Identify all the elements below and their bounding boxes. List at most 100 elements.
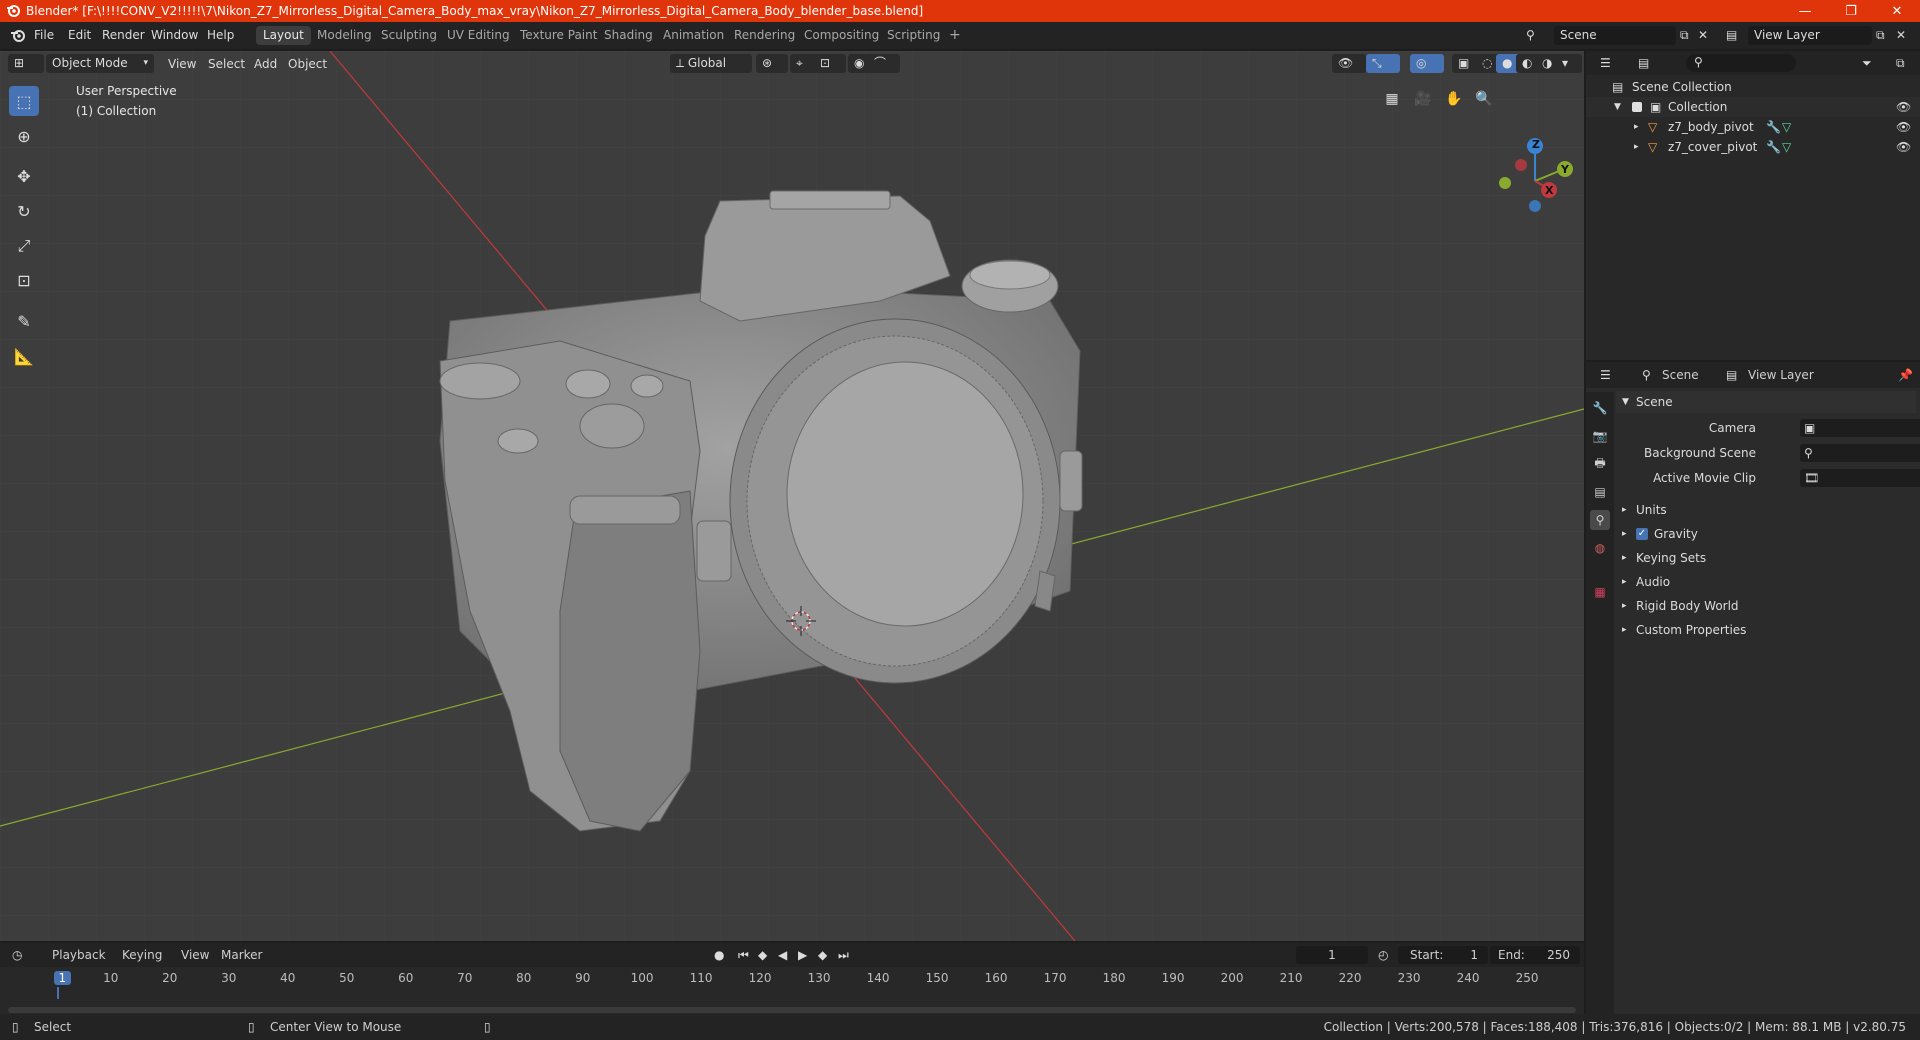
custom-properties-panel-header[interactable]: ▸ Custom Properties [1616,619,1916,641]
keying-sets-panel-header[interactable]: ▸ Keying Sets [1616,547,1916,569]
pivot-point-icon[interactable]: ⊛ [756,54,788,73]
units-panel-header[interactable]: ▸ Units [1616,499,1916,521]
new-collection-icon[interactable]: ⧉ [1896,56,1905,71]
tab-scripting[interactable]: Scripting [880,26,947,45]
expand-arrow-icon[interactable]: ▼ [1614,97,1621,117]
properties-scene-label[interactable]: Scene [1662,368,1699,382]
tool-tab-icon[interactable]: 🔧 [1590,398,1610,418]
gizmo-y-label[interactable]: Y [1561,163,1569,176]
tab-modeling[interactable]: Modeling [310,26,379,45]
tab-compositing[interactable]: Compositing [797,26,886,45]
gravity-checkbox[interactable]: ✓ [1636,528,1648,540]
toggle-ortho-icon[interactable]: ▦ [1378,85,1406,113]
gizmo-toggle-icon[interactable]: ⤡ [1366,54,1400,73]
object-eye-icon[interactable]: 👁 [1896,117,1911,137]
display-mode-icon[interactable]: ▤ [1638,56,1649,70]
rigid-body-world-panel-header[interactable]: ▸ Rigid Body World [1616,595,1916,617]
gizmo-z-label[interactable]: Z [1532,138,1540,151]
expand-arrow-icon[interactable]: ▸ [1634,117,1639,137]
start-frame-field[interactable]: Start: 1 [1398,946,1488,964]
view-layer-icon[interactable]: ▤ [1726,28,1737,42]
timeline-ruler[interactable]: 1 10 20 30 40 50 60 70 80 90 100 110 120 130 140 150 160… [0,967,1584,999]
scene-panel-header[interactable]: ▼ Scene [1616,391,1916,413]
cursor-tool-icon[interactable]: ⊕ [9,121,39,151]
timeline-current-frame-marker[interactable]: 1 [53,971,72,985]
menu-edit[interactable]: Edit [68,28,91,42]
scene-tab-icon[interactable]: ⚲ [1590,510,1610,530]
tab-uv-editing[interactable]: UV Editing [440,26,517,45]
zoom-view-icon[interactable]: 🔍 [1470,85,1498,113]
add-workspace-button[interactable]: + [942,26,968,45]
move-tool-icon[interactable]: ✥ [9,161,39,191]
new-view-layer-icon[interactable]: ⧉ [1876,28,1885,43]
viewport-menu-object[interactable]: Object [288,57,327,71]
play-icon[interactable]: ▶ [798,948,807,962]
prev-keyframe-icon[interactable]: ◆ [758,948,767,962]
collection-checkbox[interactable] [1632,102,1642,112]
outliner-search-input[interactable]: ⚲ [1686,54,1796,72]
view-layer-tab-icon[interactable]: ▤ [1590,482,1610,502]
menu-help[interactable]: Help [207,28,234,42]
shading-options-icon[interactable]: ▾ [1556,54,1582,73]
properties-editor-icon[interactable]: ☰ [1600,368,1611,382]
output-tab-icon[interactable]: 🖶 [1590,454,1610,474]
scene-icon[interactable]: ⚲ [1526,28,1535,42]
object-eye-icon[interactable]: 👁 [1896,137,1911,157]
record-icon[interactable]: ● [714,948,724,962]
world-tab-icon[interactable]: ◍ [1590,538,1610,558]
mode-selector[interactable]: Object Mode ▾ [46,54,154,73]
viewport-menu-add[interactable]: Add [254,57,277,71]
tab-layout[interactable]: Layout [256,26,311,45]
tab-shading[interactable]: Shading [597,26,660,45]
outliner-row-z7-body-pivot[interactable]: ▸ ▽ z7_body_pivot 🔧 ▽ 👁 [1586,117,1920,137]
menu-window[interactable]: Window [151,28,198,42]
new-scene-icon[interactable]: ⧉ [1680,28,1689,43]
clock-icon[interactable]: ◴ [1378,948,1388,962]
collection-eye-icon[interactable]: 👁 [1896,97,1911,117]
rotate-tool-icon[interactable]: ↻ [9,196,39,226]
viewport-menu-view[interactable]: View [168,57,196,71]
camera-field[interactable]: ▣ ✒ [1800,419,1920,437]
background-scene-field[interactable]: ⚲ [1800,444,1920,462]
scale-tool-icon[interactable]: ⤢ [9,231,39,261]
transform-tool-icon[interactable]: ⊡ [9,265,39,295]
falloff-icon[interactable]: ⌒ [868,54,900,73]
timeline-menu-keying[interactable]: Keying [122,948,162,962]
tab-rendering[interactable]: Rendering [727,26,802,45]
gizmo-x-label[interactable]: X [1545,184,1553,197]
tab-texture-paint[interactable]: Texture Paint [513,26,604,45]
texture-tab-icon[interactable]: ▦ [1590,582,1610,602]
gravity-panel-header[interactable]: ▸ ✓ Gravity [1616,523,1916,545]
tab-animation[interactable]: Animation [656,26,731,45]
filter-icon[interactable]: ⏷ [1862,56,1872,71]
expand-arrow-icon[interactable]: ▸ [1634,137,1639,157]
3d-viewport[interactable]: Z Y X ⊞ Object Mode ▾ View Select Add Ob… [0,51,1584,941]
editor-type-icon[interactable]: ⊞ [8,54,44,73]
pan-view-icon[interactable]: ✋ [1440,85,1468,113]
outliner-row-z7-cover-pivot[interactable]: ▸ ▽ z7_cover_pivot 🔧 ▽ 👁 [1586,137,1920,157]
maximize-button[interactable]: ❐ [1828,0,1874,22]
scene-selector[interactable]: Scene [1554,26,1676,45]
next-keyframe-icon[interactable]: ◆ [818,948,827,962]
play-reverse-icon[interactable]: ◀ [778,948,787,962]
visibility-icon[interactable]: 👁 [1332,54,1366,73]
end-frame-field[interactable]: End: 250 [1490,946,1580,964]
tab-sculpting[interactable]: Sculpting [374,26,444,45]
camera-view-icon[interactable]: 🎥 [1409,85,1437,113]
properties-view-layer-label[interactable]: View Layer [1748,368,1814,382]
timeline-menu-view[interactable]: View [181,948,209,962]
annotate-tool-icon[interactable]: ✎ [9,306,39,336]
outliner-row-scene-collection[interactable]: ▤ Scene Collection [1586,77,1920,97]
active-movie-clip-field[interactable]: 🎞 [1800,469,1920,487]
viewport-menu-select[interactable]: Select [208,57,245,71]
menu-file[interactable]: File [34,28,54,42]
playhead-line[interactable] [57,987,59,999]
select-box-tool-icon[interactable]: ⬚ [9,86,39,116]
timeline-menu-marker[interactable]: Marker [221,948,262,962]
current-frame-field[interactable]: 1 [1296,946,1368,964]
view-layer-selector[interactable]: View Layer [1748,26,1872,45]
measure-tool-icon[interactable]: 📐 [9,341,39,371]
audio-panel-header[interactable]: ▸ Audio [1616,571,1916,593]
outliner-editor-icon[interactable]: ☰ [1600,56,1611,70]
overlay-toggle-icon[interactable]: ◎ [1410,54,1444,73]
